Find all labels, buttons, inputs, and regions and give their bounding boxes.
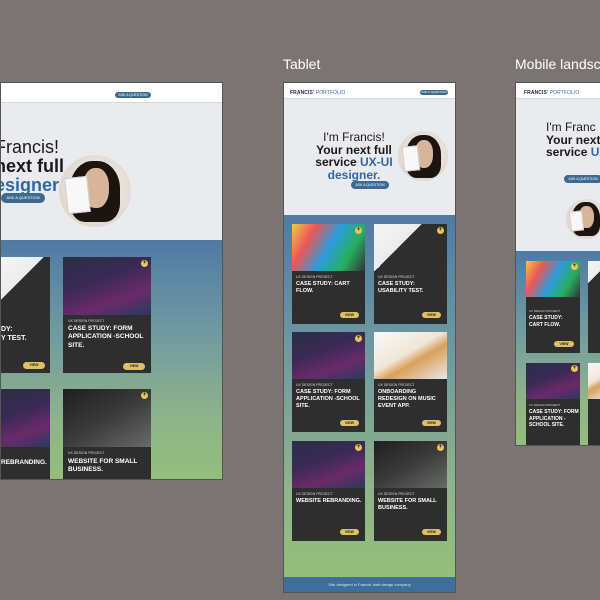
- project-kind: UX DESIGN PROJECT: [378, 275, 415, 279]
- project-card[interactable]: + UX DESIGN PROJECT WEBSITE FOR SMALL BU…: [374, 441, 447, 541]
- project-kind: UX DESIGN PROJECT: [296, 383, 333, 387]
- project-card[interactable]: + UX DESIGN PROJECT CASE STUDY: USABILIT…: [374, 224, 447, 324]
- expand-icon[interactable]: +: [437, 227, 444, 234]
- desktop-frame: ASK A QUESTION Francis! next full esigne…: [0, 82, 223, 480]
- hero-line-3: esigner.: [0, 174, 64, 195]
- expand-icon[interactable]: +: [141, 260, 148, 267]
- view-button[interactable]: VIEW: [23, 362, 45, 369]
- project-title: WEBSITE REBRANDING.: [296, 498, 362, 504]
- project-card[interactable]: + UX DESIGN PROJECT CASE STUDY: FORM APP…: [63, 257, 151, 373]
- tablet-frame: FRANCIS' PORTFOLIO ASK A QUESTION I'm Fr…: [283, 82, 456, 593]
- tablet-projects-section: + UX DESIGN PROJECT CASE STUDY: CART FLO…: [284, 215, 455, 579]
- hero-line-4: designer.: [327, 167, 381, 182]
- view-button[interactable]: VIEW: [422, 420, 441, 426]
- project-kind: UX DESIGN PROJECT: [378, 492, 415, 496]
- tablet-hero: I'm Francis! Your next full service UX-U…: [284, 99, 455, 215]
- project-title: CASE STUDY: USABILITY TEST.: [378, 281, 424, 295]
- project-thumbnail: [63, 389, 151, 447]
- brand-logo[interactable]: FRANCIS' PORTFOLIO: [524, 90, 579, 96]
- desktop-portrait-image: [59, 155, 131, 227]
- view-button[interactable]: VIEW: [340, 312, 359, 318]
- hero-line-3: service: [546, 145, 591, 160]
- hero-line-1: I'm Franc: [546, 120, 596, 134]
- view-button[interactable]: VIEW: [422, 529, 441, 535]
- tablet-hero-ask-button[interactable]: ASK A QUESTION: [351, 181, 389, 189]
- project-card[interactable]: DY: Y TEST. VIEW: [1, 257, 50, 373]
- hero-line-1: I'm Francis!: [323, 130, 385, 144]
- frame-label-mobile: Mobile landsc: [515, 56, 600, 72]
- mobile-hero-ask-button[interactable]: ASK A QUESTION: [564, 175, 600, 183]
- hero-line-1: Francis!: [0, 137, 60, 157]
- project-thumbnail: [588, 261, 600, 297]
- tablet-portrait-image: [398, 131, 448, 181]
- mobile-portrait-image: [566, 199, 600, 239]
- project-title: DY: Y TEST.: [1, 326, 27, 343]
- desktop-nav: ASK A QUESTION: [1, 83, 222, 103]
- project-title: ONBOARDING REDESIGN ON MUSIC EVENT APP.: [378, 389, 436, 410]
- view-button[interactable]: VIEW: [554, 341, 574, 347]
- project-kind: UX DESIGN PROJECT: [68, 319, 105, 323]
- nav-ask-button[interactable]: ASK A QUESTION: [420, 90, 448, 95]
- expand-icon[interactable]: +: [437, 444, 444, 451]
- project-title: CASE STUDY: FORM APPLICATION -SCHOOL SIT…: [296, 389, 360, 410]
- mobile-projects-section: + UX DESIGN PROJECT CASE STUDY: CART FLO…: [516, 251, 600, 445]
- project-card[interactable]: + UX DESIGN PROJECT CASE STUDY: FORM APP…: [292, 332, 365, 432]
- project-card[interactable]: [588, 363, 600, 445]
- hero-line-2: next full: [0, 155, 65, 176]
- mobile-hero: I'm Franc Your next service UX ASK A QUE…: [516, 99, 600, 251]
- project-thumbnail: [1, 257, 50, 315]
- expand-icon[interactable]: +: [355, 444, 362, 451]
- project-title: REBRANDING.: [1, 459, 47, 466]
- project-title: CASE STUDY: FORM APPLICATION - SCHOOL SI…: [529, 409, 579, 428]
- project-card[interactable]: + UX DESIGN PROJECT CASE STUDY: FORM APP…: [526, 363, 580, 445]
- project-card[interactable]: + UX DESIGN PROJECT CASE STUDY: CART FLO…: [526, 261, 580, 353]
- project-thumbnail: [374, 332, 447, 379]
- project-card[interactable]: UX DESIGN PROJECT ONBOARDING REDESIGN ON…: [374, 332, 447, 432]
- project-card[interactable]: [588, 261, 600, 353]
- mobile-landscape-frame: FRANCIS' PORTFOLIO I'm Franc Your next s…: [515, 82, 600, 446]
- project-thumbnail: [588, 363, 600, 399]
- view-button[interactable]: VIEW: [123, 363, 145, 370]
- project-title: CASE STUDY: CART FLOW.: [296, 281, 350, 295]
- brand-logo[interactable]: FRANCIS' PORTFOLIO: [290, 90, 345, 96]
- project-card[interactable]: + UX DESIGN PROJECT WEBSITE REBRANDING. …: [292, 441, 365, 541]
- tablet-hero-heading: I'm Francis! Your next full service UX-U…: [314, 131, 394, 181]
- expand-icon[interactable]: +: [571, 263, 578, 270]
- expand-icon[interactable]: +: [355, 227, 362, 234]
- frame-label-tablet: Tablet: [283, 56, 321, 72]
- tablet-nav: FRANCIS' PORTFOLIO ASK A QUESTION: [284, 83, 455, 99]
- nav-ask-button[interactable]: ASK A QUESTION: [115, 92, 151, 98]
- project-card[interactable]: + UX DESIGN PROJECT WEBSITE FOR SMALL BU…: [63, 389, 151, 479]
- hero-accent: UX: [590, 145, 600, 160]
- view-button[interactable]: VIEW: [340, 529, 359, 535]
- expand-icon[interactable]: +: [141, 392, 148, 399]
- mobile-nav: FRANCIS' PORTFOLIO: [516, 83, 600, 99]
- mobile-hero-heading: I'm Franc Your next service UX: [546, 121, 600, 159]
- expand-icon[interactable]: +: [571, 365, 578, 372]
- project-kind: UX DESIGN PROJECT: [68, 451, 105, 455]
- view-button[interactable]: VIEW: [422, 312, 441, 318]
- project-title: CASE STUDY: CART FLOW.: [529, 315, 563, 328]
- view-button[interactable]: VIEW: [340, 420, 359, 426]
- project-thumbnail: [63, 257, 151, 315]
- project-kind: UX DESIGN PROJECT: [296, 275, 333, 279]
- desktop-hero: Francis! next full esigner. ASK A QUESTI…: [1, 103, 222, 240]
- tablet-footer: Site designed in Francis' web design com…: [284, 577, 455, 592]
- project-title: WEBSITE FOR SMALL BUSINESS.: [378, 498, 437, 512]
- desktop-hero-heading: Francis! next full esigner.: [0, 137, 65, 195]
- project-card[interactable]: + UX DESIGN PROJECT CASE STUDY: CART FLO…: [292, 224, 365, 324]
- desktop-projects-section: DY: Y TEST. VIEW + UX DESIGN PROJECT CASE…: [1, 240, 222, 479]
- project-kind: UX DESIGN PROJECT: [296, 492, 333, 496]
- project-kind: UX DESIGN PROJECT: [378, 383, 415, 387]
- expand-icon[interactable]: +: [355, 335, 362, 342]
- project-card[interactable]: REBRANDING.: [1, 389, 50, 479]
- project-kind: UX DESIGN PROJECT: [529, 309, 561, 313]
- project-thumbnail: [1, 389, 50, 447]
- project-title: CASE STUDY: FORM APPLICATION -SCHOOL SIT…: [68, 325, 144, 349]
- project-title: WEBSITE FOR SMALL BUSINESS.: [68, 458, 138, 474]
- project-kind: UX DESIGN PROJECT: [529, 403, 561, 407]
- desktop-hero-ask-button[interactable]: ASK A QUESTION: [1, 193, 45, 203]
